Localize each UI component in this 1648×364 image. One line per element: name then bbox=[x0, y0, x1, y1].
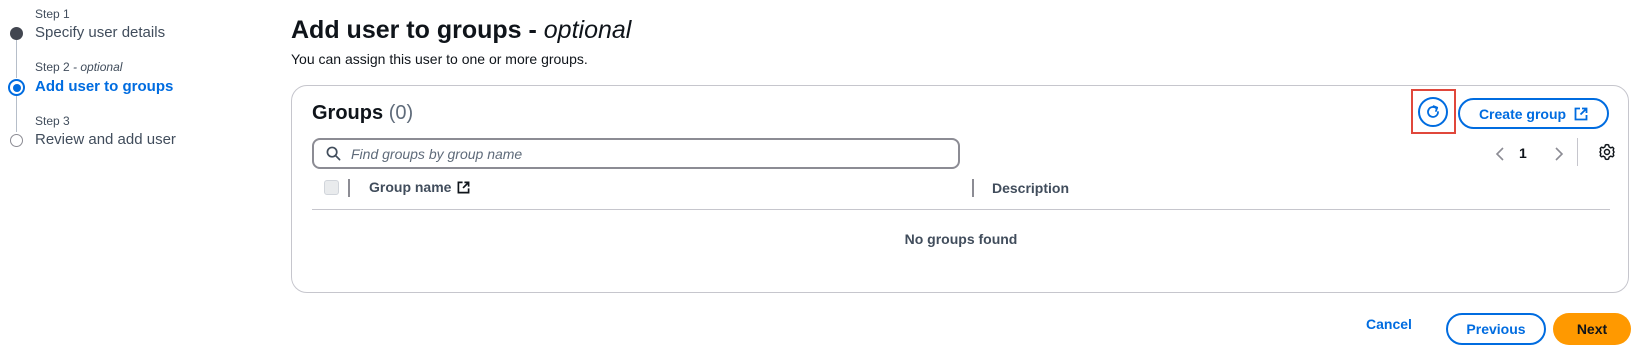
chevron-left-icon bbox=[1495, 147, 1504, 161]
group-search-input[interactable] bbox=[351, 145, 941, 162]
table-settings-button[interactable] bbox=[1598, 143, 1616, 166]
step-2-current-indicator bbox=[8, 79, 25, 96]
step-connector bbox=[16, 40, 17, 78]
column-header-group-name[interactable]: Group name bbox=[369, 179, 470, 195]
step-2-label: Step 2 - optional bbox=[35, 60, 122, 74]
group-search-box bbox=[312, 138, 960, 169]
refresh-button[interactable] bbox=[1418, 97, 1448, 127]
step-1-completed-indicator bbox=[10, 27, 23, 40]
step-3-label: Step 3 bbox=[35, 114, 70, 128]
column-header-description[interactable]: Description bbox=[992, 180, 1069, 196]
table-header: Group name Description bbox=[312, 174, 1610, 210]
pager-divider bbox=[1577, 138, 1578, 166]
cancel-button[interactable]: Cancel bbox=[1366, 316, 1412, 332]
groups-heading: Groups (0) bbox=[312, 102, 413, 125]
next-button[interactable]: Next bbox=[1553, 313, 1631, 345]
current-page-number[interactable]: 1 bbox=[1519, 145, 1527, 161]
step-connector bbox=[16, 94, 17, 132]
previous-page-button[interactable] bbox=[1495, 146, 1505, 167]
chevron-right-icon bbox=[1555, 147, 1564, 161]
previous-button[interactable]: Previous bbox=[1446, 313, 1546, 345]
column-header-group-name-label: Group name bbox=[369, 179, 452, 195]
step-1-label: Step 1 bbox=[35, 7, 70, 21]
page-title: Add user to groups - optional bbox=[291, 16, 631, 45]
gear-icon bbox=[1599, 143, 1615, 161]
page-description: You can assign this user to one or more … bbox=[291, 51, 588, 67]
groups-heading-text: Groups bbox=[312, 102, 384, 124]
page-title-text: Add user to groups - bbox=[291, 16, 544, 44]
empty-state-message: No groups found bbox=[904, 231, 1018, 247]
step-3-pending-indicator bbox=[10, 134, 23, 147]
wizard-steps: Step 1 Specify user details Step 2 - opt… bbox=[0, 0, 260, 364]
step-2-label-text: Step 2 bbox=[35, 60, 70, 74]
create-group-button[interactable]: Create group bbox=[1458, 98, 1609, 129]
create-group-label: Create group bbox=[1478, 105, 1567, 122]
next-page-button[interactable] bbox=[1554, 146, 1564, 167]
external-link-icon bbox=[458, 181, 470, 193]
select-all-checkbox[interactable] bbox=[324, 180, 339, 195]
external-link-icon bbox=[1574, 107, 1588, 120]
search-icon bbox=[326, 146, 341, 161]
step-1-title[interactable]: Specify user details bbox=[35, 24, 165, 41]
groups-count: (0) bbox=[388, 102, 414, 124]
step-3-title: Review and add user bbox=[35, 131, 176, 148]
page-title-optional: optional bbox=[543, 16, 632, 44]
column-resizer[interactable] bbox=[348, 179, 350, 197]
column-resizer[interactable] bbox=[972, 179, 974, 197]
refresh-icon bbox=[1427, 105, 1439, 118]
step-2-optional-text: - optional bbox=[73, 60, 123, 74]
groups-container: Groups (0) Create group 1 bbox=[291, 85, 1629, 293]
step-2-title: Add user to groups bbox=[35, 78, 174, 95]
